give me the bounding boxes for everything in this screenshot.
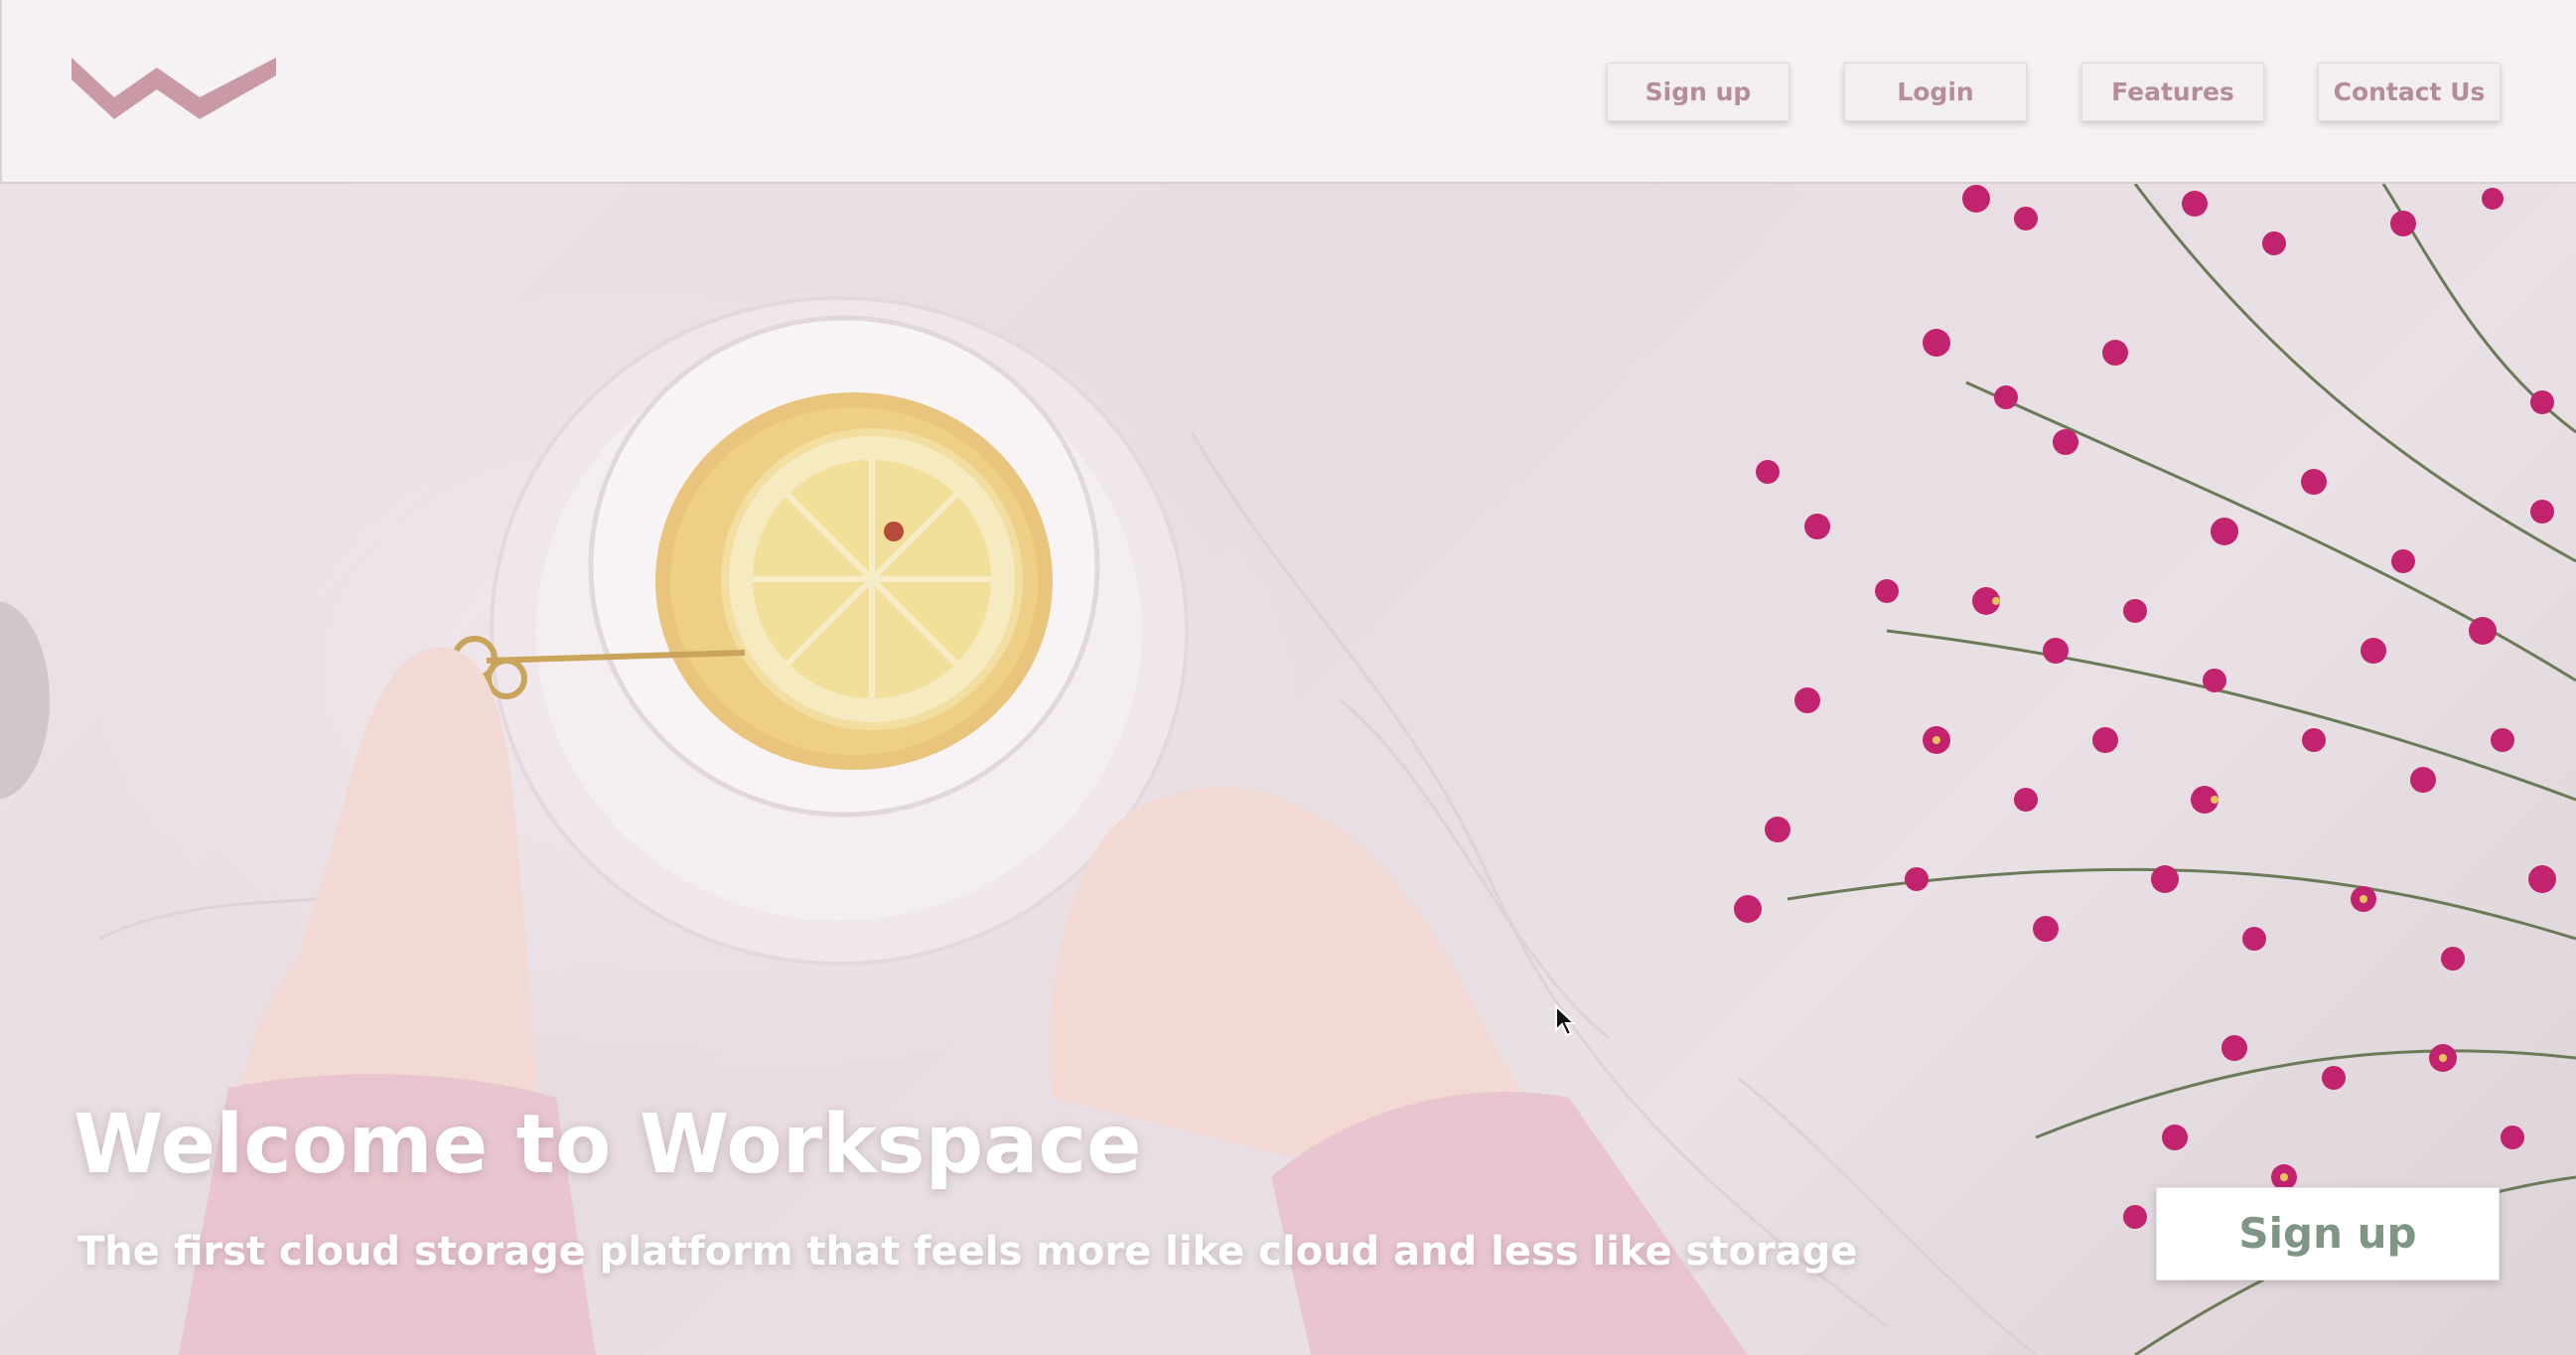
hero-signup-button[interactable]: Sign up	[2156, 1187, 2500, 1280]
mouse-cursor-icon	[1555, 1004, 1576, 1037]
nav-contact-us-button[interactable]: Contact Us	[2318, 63, 2501, 121]
nav-login-button[interactable]: Login	[1844, 63, 2027, 121]
hero-title: Welcome to Workspace	[73, 1098, 1142, 1192]
hero-subtitle: The first cloud storage platform that fe…	[77, 1229, 1858, 1275]
nav-signup-button[interactable]: Sign up	[1607, 63, 1789, 121]
workspace-logo-icon[interactable]	[72, 58, 276, 127]
hero-section: Welcome to Workspace The first cloud sto…	[0, 184, 2576, 1355]
site-header: Sign up Login Features Contact Us	[0, 0, 2576, 184]
nav-features-button[interactable]: Features	[2081, 63, 2264, 121]
